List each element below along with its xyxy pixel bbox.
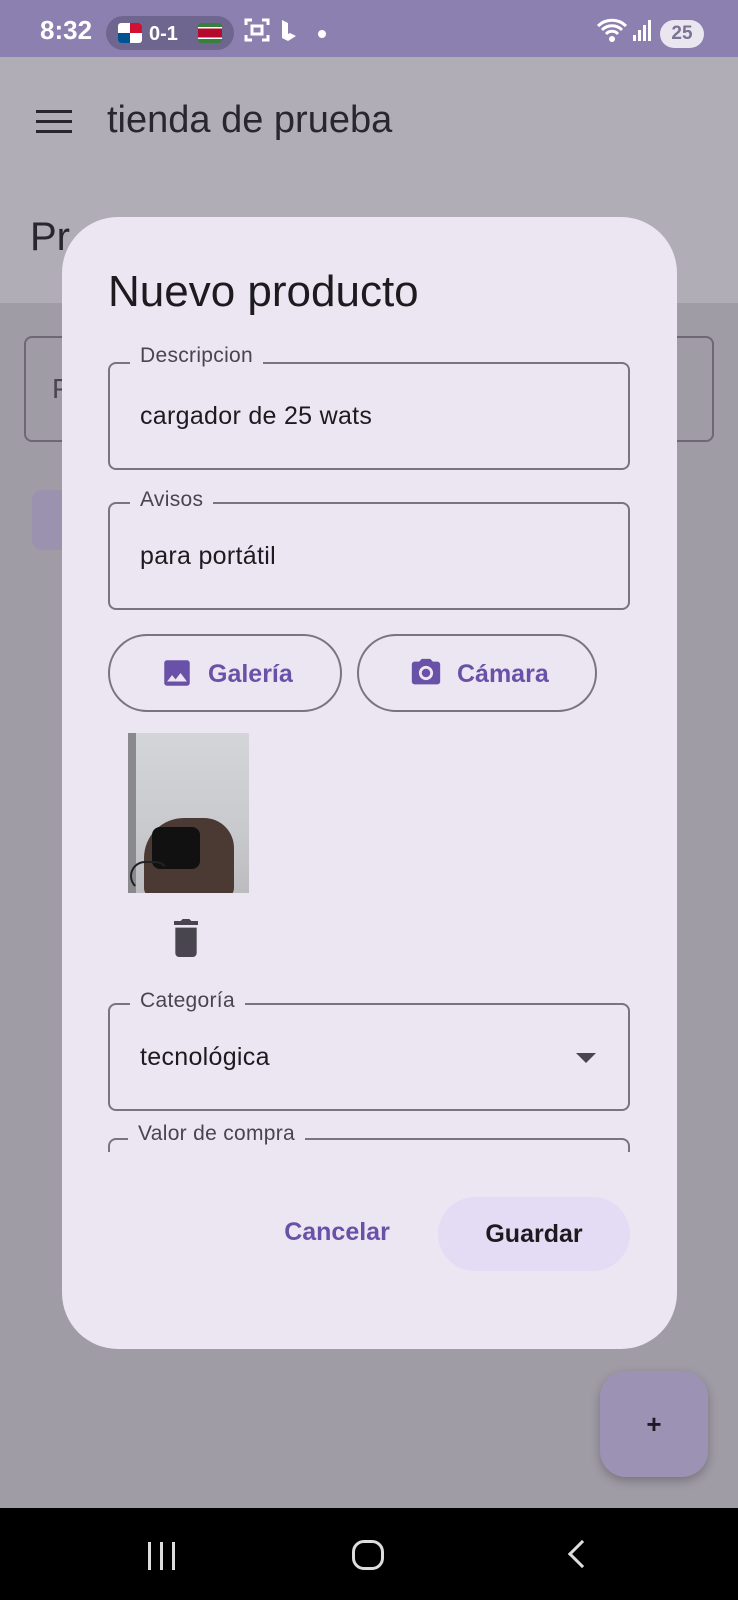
cancel-button[interactable]: Cancelar [272,1197,402,1267]
score-text: 0-1 [149,23,178,45]
menu-icon[interactable] [36,110,72,134]
galeria-label: Galería [208,660,293,688]
page-heading: Pr [30,215,70,259]
camara-button[interactable]: Cámara [357,634,597,712]
avisos-value: para portátil [140,542,276,570]
camera-icon [411,658,441,685]
add-product-fab[interactable]: + [600,1371,708,1477]
system-navigation-bar [0,1508,738,1600]
flag-suriname-icon [198,23,222,43]
battery-icon: 25 [660,20,704,48]
app-title: tienda de prueba [107,99,393,141]
galeria-button[interactable]: Galería [108,634,342,712]
image-icon [164,660,190,686]
back-icon[interactable] [567,1539,597,1569]
categoria-dropdown[interactable]: Categoría tecnológica [108,989,630,1111]
descripcion-field[interactable]: Descripcion cargador de 25 wats [108,344,630,470]
descripcion-value: cargador de 25 wats [140,402,373,430]
categoria-value: tecnológica [140,1043,270,1071]
new-product-dialog: Nuevo producto Descripcion cargador de 2… [62,217,677,1349]
valor-compra-label: Valor de compra [128,1122,306,1146]
save-button[interactable]: Guardar [438,1197,630,1271]
flag-panama-icon [118,23,142,43]
status-bar: 8:32 0-1 25 [0,0,738,57]
valor-compra-field[interactable]: Valor de compra [108,1122,630,1152]
bing-icon [280,18,298,47]
score-notification[interactable]: 0-1 [106,16,234,50]
signal-icon [632,18,652,47]
dialog-title: Nuevo producto [108,267,419,316]
camara-label: Cámara [457,660,549,688]
avisos-label: Avisos [130,488,214,512]
recent-apps-icon[interactable] [148,1542,178,1570]
descripcion-label: Descripcion [130,344,264,368]
product-photo-thumbnail[interactable] [128,733,249,893]
avisos-field[interactable]: Avisos para portátil [108,488,630,610]
notification-dot-icon [318,30,326,38]
wifi-icon [596,18,628,49]
home-icon[interactable] [352,1540,384,1570]
delete-photo-icon[interactable] [170,917,202,957]
status-time: 8:32 [40,15,93,45]
categoria-label: Categoría [130,989,245,1013]
dropdown-arrow-icon [576,1053,596,1063]
screenshot-icon [244,18,270,47]
